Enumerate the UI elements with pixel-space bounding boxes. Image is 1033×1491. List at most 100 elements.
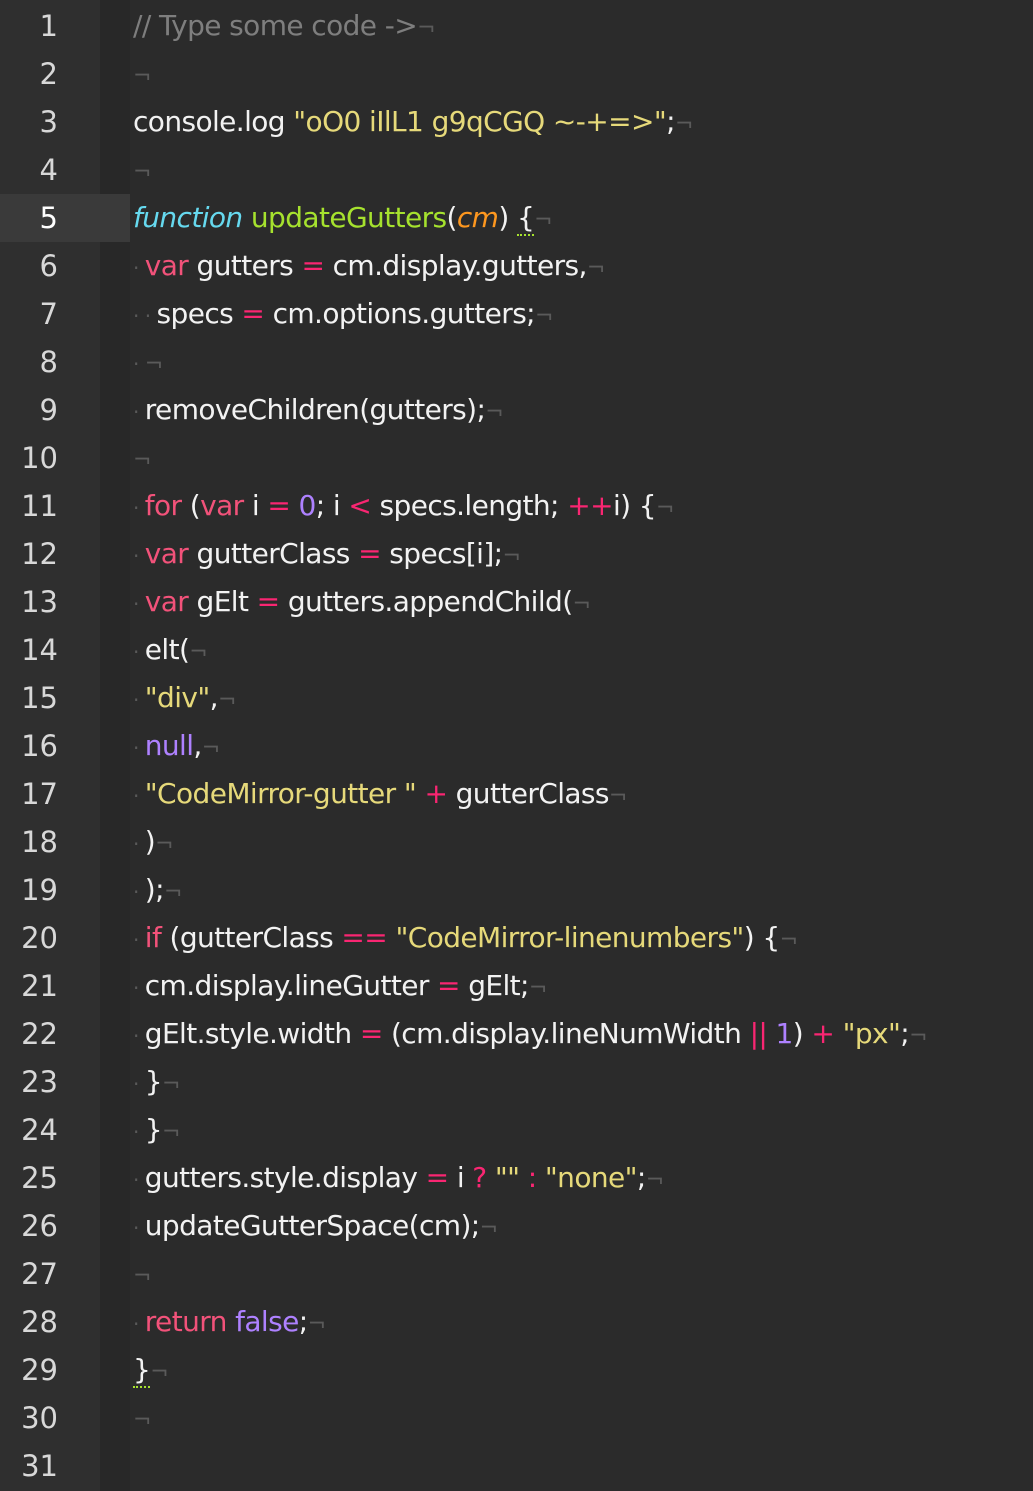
line-number: 30 bbox=[21, 1401, 58, 1435]
end-of-line-marker: ¬ bbox=[307, 1312, 326, 1337]
code-token-italic-kw: function bbox=[133, 201, 243, 234]
code-line[interactable]: 29}¬ bbox=[0, 1346, 1033, 1394]
code-token-plain: ) { bbox=[743, 921, 780, 954]
code-line[interactable]: 6 · var gutters = cm.display.gutters,¬ bbox=[0, 242, 1033, 290]
code-token-plain: cm.display.gutters, bbox=[324, 249, 588, 282]
code-line[interactable]: 26 · updateGutterSpace(cm);¬ bbox=[0, 1202, 1033, 1250]
code-area[interactable]: 1// Type some code ->¬ 2 ¬ 3 console.log "oO… bbox=[0, 2, 1033, 1490]
line-number: 14 bbox=[21, 633, 58, 667]
line-content: ·)¬ bbox=[133, 818, 174, 866]
indent-marker: · bbox=[133, 400, 139, 424]
code-line[interactable]: 2 ¬ bbox=[0, 50, 1033, 98]
indent-marker: · bbox=[133, 928, 139, 952]
line-number: 13 bbox=[21, 585, 58, 619]
code-line[interactable]: 16 · null,¬ bbox=[0, 722, 1033, 770]
code-token-punct: ; bbox=[666, 105, 675, 138]
code-token-plain: gElt bbox=[188, 585, 257, 618]
code-token-plain: gutters.appendChild( bbox=[279, 585, 573, 618]
code-line[interactable]: 23 ·}¬ bbox=[0, 1058, 1033, 1106]
code-line[interactable]: 18 ·)¬ bbox=[0, 818, 1033, 866]
line-number: 6 bbox=[39, 249, 58, 283]
end-of-line-marker: ¬ bbox=[201, 736, 220, 761]
code-line[interactable]: 15 · "div",¬ bbox=[0, 674, 1033, 722]
code-line[interactable]: 7 · · specs = cm.options.gutters;¬ bbox=[0, 290, 1033, 338]
code-token-op: + bbox=[424, 777, 448, 810]
code-line[interactable]: 9 · removeChildren(gutters);¬ bbox=[0, 386, 1033, 434]
code-token-punct: ) bbox=[498, 201, 517, 234]
line-number: 22 bbox=[21, 1017, 58, 1051]
code-line[interactable]: 24 ·}¬ bbox=[0, 1106, 1033, 1154]
code-token-op: : bbox=[527, 1161, 537, 1194]
end-of-line-marker: ¬ bbox=[144, 352, 163, 377]
line-content: · "CodeMirror-gutter " + gutterClass¬ bbox=[133, 770, 627, 818]
code-token-string: "" bbox=[494, 1161, 520, 1194]
code-line[interactable]: 27 ¬ bbox=[0, 1250, 1033, 1298]
line-content: ¬ bbox=[133, 1250, 151, 1298]
line-content: · return false;¬ bbox=[133, 1298, 326, 1346]
code-line[interactable]: 11 · for (var i = 0; i < specs.length; ++i… bbox=[0, 482, 1033, 530]
code-token-keyword: var bbox=[200, 489, 244, 522]
code-line[interactable]: 14 · elt(¬ bbox=[0, 626, 1033, 674]
end-of-line-marker: ¬ bbox=[675, 112, 693, 137]
code-line[interactable]: 19 ·);¬ bbox=[0, 866, 1033, 914]
line-number: 21 bbox=[21, 969, 58, 1003]
end-of-line-marker: ¬ bbox=[133, 1264, 151, 1289]
end-of-line-marker: ¬ bbox=[417, 16, 435, 41]
line-content: console.log "oO0 iIlL1 g9qCGQ ~-+=>";¬ bbox=[133, 98, 693, 146]
code-editor[interactable]: 1// Type some code ->¬ 2 ¬ 3 console.log "oO… bbox=[0, 0, 1033, 1491]
code-line[interactable]: 25 · gutters.style.display = i ? "" : "non… bbox=[0, 1154, 1033, 1202]
code-token-plain: elt( bbox=[144, 633, 190, 666]
code-token-op: < bbox=[348, 489, 372, 522]
end-of-line-marker: ¬ bbox=[572, 592, 591, 617]
end-of-line-marker: ¬ bbox=[779, 928, 798, 953]
code-line[interactable]: 30 ¬ bbox=[0, 1394, 1033, 1442]
code-line[interactable]: 31 bbox=[0, 1442, 1033, 1490]
line-content: function updateGutters(cm) {¬ bbox=[133, 194, 553, 242]
code-line[interactable]: 8 · ¬ bbox=[0, 338, 1033, 386]
code-line[interactable]: 13 · var gElt = gutters.appendChild(¬ bbox=[0, 578, 1033, 626]
code-line[interactable]: 17 · "CodeMirror-gutter " + gutterClass¬ bbox=[0, 770, 1033, 818]
code-token-op: = bbox=[359, 1017, 383, 1050]
line-number: 23 bbox=[21, 1065, 58, 1099]
line-number: 24 bbox=[21, 1113, 58, 1147]
code-token-plain: gutterClass bbox=[188, 537, 359, 570]
indent-marker: · bbox=[133, 688, 139, 712]
code-token-plain: specs[i]; bbox=[380, 537, 503, 570]
code-line[interactable]: 1 // Type some code ->¬ bbox=[0, 2, 1033, 50]
code-line[interactable]: 3 console.log "oO0 iIlL1 g9qCGQ ~-+=>";¬ bbox=[0, 98, 1033, 146]
line-number: 15 bbox=[21, 681, 58, 715]
code-line[interactable]: 20 · if (gutterClass == "CodeMirror-linenu… bbox=[0, 914, 1033, 962]
line-content: ¬ bbox=[133, 1394, 151, 1442]
code-token-plain: ; i bbox=[315, 489, 349, 522]
code-line[interactable]: 4 ¬ bbox=[0, 146, 1033, 194]
code-line[interactable]: 10 ¬ bbox=[0, 434, 1033, 482]
code-token-plain: ( bbox=[181, 489, 201, 522]
end-of-line-marker: ¬ bbox=[528, 976, 547, 1001]
code-line[interactable]: 5 function updateGutters(cm) {¬ bbox=[0, 194, 1033, 242]
code-token-number: 1 bbox=[775, 1017, 794, 1050]
code-token-string: "px" bbox=[842, 1017, 901, 1050]
indent-marker: · bbox=[133, 736, 139, 760]
line-content: · var gElt = gutters.appendChild(¬ bbox=[133, 578, 591, 626]
code-line[interactable]: 21 · cm.display.lineGutter = gElt;¬ bbox=[0, 962, 1033, 1010]
indent-marker: · bbox=[133, 592, 139, 616]
end-of-line-marker: ¬ bbox=[655, 496, 674, 521]
code-line[interactable]: 28 · return false;¬ bbox=[0, 1298, 1033, 1346]
indent-marker: · bbox=[133, 1120, 139, 1144]
code-line[interactable]: 22 · gElt.style.width = (cm.display.lineNu… bbox=[0, 1010, 1033, 1058]
code-token-string: "div" bbox=[144, 681, 210, 714]
code-token-plain: cm.options.gutters; bbox=[264, 297, 536, 330]
line-number: 29 bbox=[21, 1353, 58, 1387]
line-number: 11 bbox=[21, 489, 58, 523]
indent-marker: · bbox=[133, 256, 139, 280]
code-line[interactable]: 12 · var gutterClass = specs[i];¬ bbox=[0, 530, 1033, 578]
code-token-plain: updateGutterSpace(cm); bbox=[144, 1209, 480, 1242]
line-number: 19 bbox=[21, 873, 58, 907]
line-content: · "div",¬ bbox=[133, 674, 236, 722]
line-content: ¬ bbox=[133, 50, 151, 98]
end-of-line-marker: ¬ bbox=[150, 1360, 169, 1385]
code-token-op: == bbox=[341, 921, 388, 954]
